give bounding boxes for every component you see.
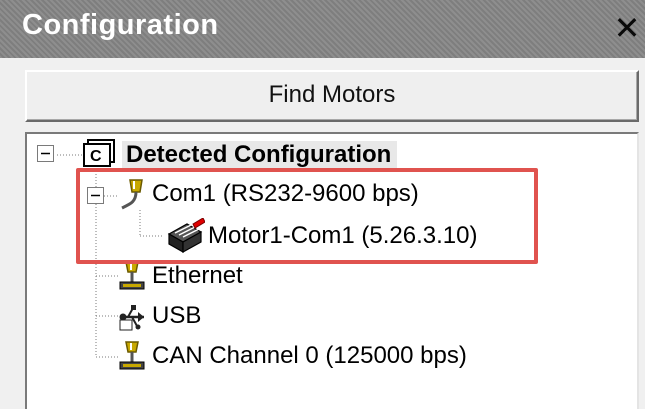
panel-title: Configuration bbox=[22, 9, 219, 41]
configuration-panel: Configuration ✕ Find Motors C Detected C… bbox=[0, 0, 645, 409]
close-icon[interactable]: ✕ bbox=[609, 8, 645, 48]
can-connector-icon bbox=[119, 341, 145, 370]
highlight-annotation-box bbox=[76, 168, 538, 264]
tree-root-label[interactable]: Detected Configuration bbox=[122, 141, 398, 169]
svg-text:C: C bbox=[90, 148, 102, 165]
configuration-icon: C bbox=[83, 139, 115, 167]
root-collapse-toggle[interactable] bbox=[37, 145, 55, 163]
ethernet-connector-icon bbox=[119, 261, 145, 290]
tree-node-usb-label[interactable]: USB bbox=[152, 302, 201, 330]
find-motors-button[interactable]: Find Motors bbox=[25, 70, 639, 122]
usb-icon bbox=[119, 305, 144, 331]
tree-node-can-label[interactable]: CAN Channel 0 (125000 bps) bbox=[152, 342, 467, 370]
tree-node-ethernet-label[interactable]: Ethernet bbox=[152, 262, 243, 290]
panel-titlebar[interactable]: Configuration ✕ bbox=[0, 0, 645, 58]
